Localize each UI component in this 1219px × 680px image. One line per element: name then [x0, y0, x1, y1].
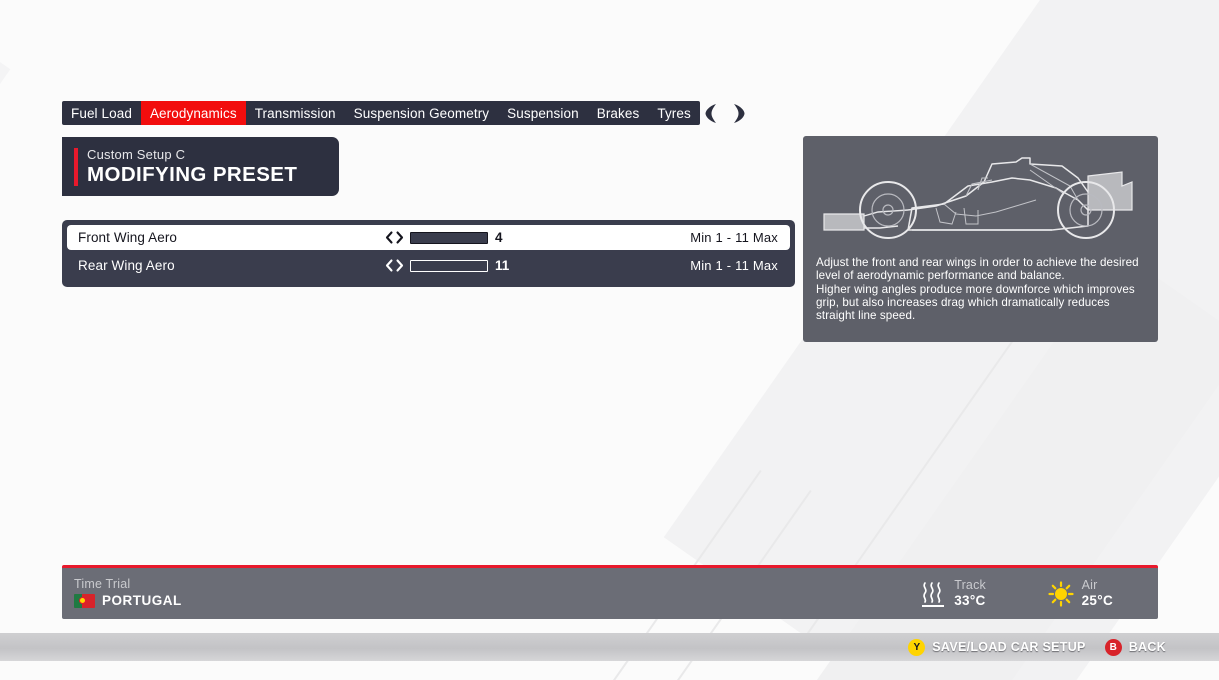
setting-range-label: Min 1 - 11 Max: [690, 258, 778, 273]
setting-label: Front Wing Aero: [78, 230, 178, 245]
aero-description-paragraph-2: Higher wing angles produce more downforc…: [816, 282, 1135, 323]
preset-header-card: Custom Setup C MODIFYING PRESET: [62, 137, 339, 196]
right-bumper-icon[interactable]: [732, 103, 745, 124]
aero-info-panel: Adjust the front and rear wings in order…: [803, 136, 1158, 342]
value-stepper-arrows[interactable]: [385, 259, 404, 272]
prompt-label: SAVE/LOAD CAR SETUP: [932, 640, 1086, 654]
setting-value: 4: [495, 230, 503, 245]
tab-aerodynamics[interactable]: Aerodynamics: [140, 101, 246, 125]
track-temp-label: Track: [954, 578, 986, 592]
chevron-left-icon[interactable]: [385, 231, 394, 244]
setting-value: 11: [495, 258, 510, 273]
track-temperature: Track 33°C: [920, 578, 986, 609]
prompt-label: BACK: [1128, 640, 1166, 654]
setting-range-label: Min 1 - 11 Max: [690, 230, 778, 245]
button-prompt-bar: Y SAVE/LOAD CAR SETUP B BACK: [0, 633, 1219, 661]
tab-label: Brakes: [596, 105, 640, 121]
setup-category-tabs[interactable]: Fuel Load Aerodynamics Transmission Susp…: [62, 101, 700, 125]
setting-slider-track[interactable]: [410, 231, 488, 244]
tab-tyres[interactable]: Tyres: [648, 101, 700, 125]
heat-waves-icon: [922, 581, 945, 607]
setting-slider-track[interactable]: [410, 259, 488, 272]
bumper-hints: [705, 101, 745, 125]
tab-suspension-geometry[interactable]: Suspension Geometry: [345, 101, 498, 125]
air-temperature: Air 25°C: [1048, 578, 1113, 609]
air-temp-label: Air: [1081, 578, 1098, 592]
aero-settings-panel: Front Wing Aero 4 Min 1 - 11 Max Rear Wi…: [62, 220, 795, 287]
b-button-icon[interactable]: B: [1104, 638, 1122, 656]
aero-description-paragraph-1: Adjust the front and rear wings in order…: [816, 256, 1139, 283]
setting-row-front-wing-aero[interactable]: Front Wing Aero 4 Min 1 - 11 Max: [67, 225, 790, 250]
sun-icon: [1048, 580, 1074, 607]
left-bumper-icon[interactable]: [705, 103, 718, 124]
tab-suspension[interactable]: Suspension: [498, 101, 588, 125]
session-country: PORTUGAL: [102, 593, 182, 608]
setting-control[interactable]: 11: [385, 258, 513, 273]
chevron-right-icon[interactable]: [395, 231, 404, 244]
f1-setup-screen: Fuel Load Aerodynamics Transmission Susp…: [0, 0, 1219, 680]
tab-transmission[interactable]: Transmission: [246, 101, 345, 125]
tab-label: Suspension: [507, 105, 579, 121]
aero-description: Adjust the front and rear wings in order…: [803, 250, 1158, 322]
prompt-back[interactable]: B BACK: [1104, 638, 1166, 656]
tab-label: Fuel Load: [71, 105, 132, 121]
tab-label: Tyres: [657, 105, 691, 121]
setting-row-rear-wing-aero[interactable]: Rear Wing Aero 11 Min 1 - 11 Max: [67, 253, 790, 278]
tab-brakes[interactable]: Brakes: [588, 101, 649, 125]
session-info: Time Trial PORTUGAL: [74, 577, 182, 608]
portugal-flag-icon: [74, 593, 95, 608]
chevron-right-icon[interactable]: [395, 259, 404, 272]
preset-accent-bar: [74, 147, 78, 186]
chevron-left-icon[interactable]: [385, 259, 394, 272]
y-button-icon[interactable]: Y: [908, 638, 926, 656]
preset-title: MODIFYING PRESET: [87, 162, 298, 186]
value-stepper-arrows[interactable]: [385, 231, 404, 244]
tab-label: Suspension Geometry: [353, 105, 490, 121]
f1-car-side-profile-icon: [822, 157, 1133, 239]
setting-label: Rear Wing Aero: [78, 258, 175, 273]
tab-fuel-load[interactable]: Fuel Load: [62, 101, 141, 125]
air-temp-value: 25°C: [1081, 593, 1113, 608]
track-temp-value: 33°C: [954, 593, 986, 608]
session-status-bar: Time Trial PORTUGAL Track 33°C Air 25°C: [62, 565, 1158, 619]
tab-label: Transmission: [254, 105, 336, 121]
tab-label: Aerodynamics: [149, 105, 237, 121]
setting-control[interactable]: 4: [385, 230, 513, 245]
preset-subtitle: Custom Setup C: [87, 146, 186, 162]
session-mode: Time Trial: [74, 577, 131, 591]
prompt-save-load-car-setup[interactable]: Y SAVE/LOAD CAR SETUP: [908, 638, 1086, 656]
